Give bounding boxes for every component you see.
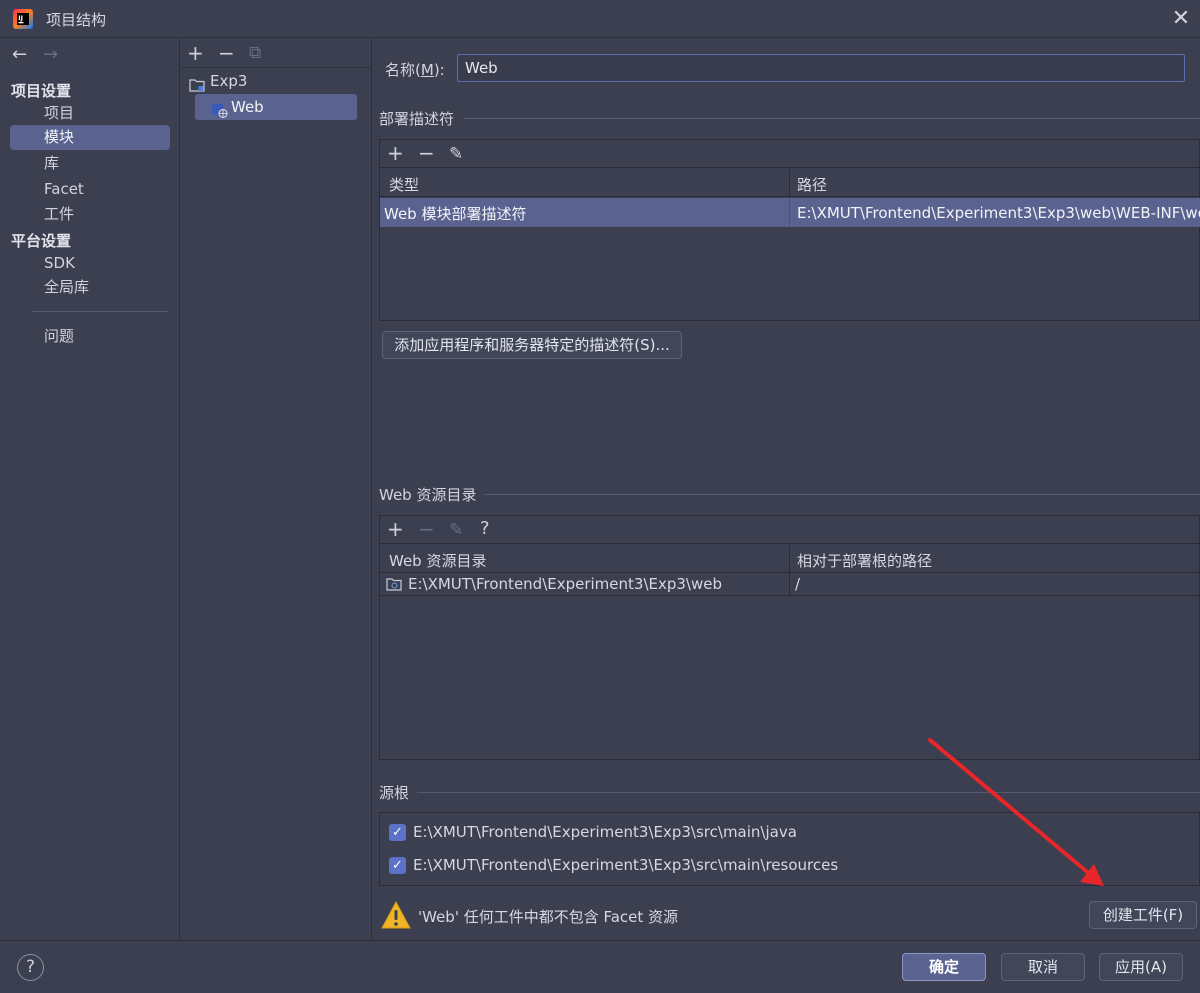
nav-item-libraries[interactable]: 库: [10, 151, 170, 176]
nav-item-sdks[interactable]: SDK: [10, 251, 170, 276]
column-header-type[interactable]: 类型: [389, 174, 419, 195]
warning-message: 'Web' 任何工件中都不包含 Facet 资源: [418, 908, 679, 926]
cancel-button[interactable]: 取消: [1001, 953, 1085, 981]
tree-node-label: Exp3: [210, 72, 248, 90]
add-module-icon[interactable]: +: [187, 43, 204, 63]
remove-descriptor-icon[interactable]: −: [418, 143, 435, 163]
resource-dir-cell: E:\XMUT\Frontend\Experiment3\Exp3\web: [408, 575, 723, 593]
add-server-specific-descriptor-button[interactable]: 添加应用程序和服务器特定的描述符(S)...: [382, 331, 682, 359]
warning-icon: [380, 900, 412, 934]
descriptor-path-cell: E:\XMUT\Frontend\Experiment3\Exp3\web\WE…: [797, 204, 1200, 222]
web-resources-title: Web 资源目录: [379, 486, 477, 504]
edit-descriptor-icon[interactable]: ✎: [449, 144, 463, 164]
source-roots-title: 源根: [379, 784, 410, 802]
nav-item-project[interactable]: 项目: [10, 101, 170, 126]
nav-item-problems[interactable]: 问题: [10, 324, 170, 349]
title-bar: [0, 0, 1200, 38]
web-resources-toolbar: [380, 516, 1200, 544]
column-separator: [789, 198, 790, 227]
source-root-checkbox[interactable]: ✓: [389, 857, 406, 874]
deployment-toolbar: [380, 140, 1200, 168]
deployment-descriptors-title: 部署描述符: [379, 110, 455, 128]
intellij-app-icon: IJ: [12, 8, 34, 30]
help-button[interactable]: ?: [17, 954, 44, 981]
close-button[interactable]: ✕: [1168, 6, 1194, 32]
column-header-path[interactable]: 路径: [797, 174, 827, 195]
remove-resource-icon[interactable]: −: [418, 519, 435, 539]
add-resource-icon[interactable]: +: [387, 519, 404, 539]
red-annotation-arrow: [928, 738, 1104, 886]
add-descriptor-icon[interactable]: +: [387, 143, 404, 163]
svg-text:IJ: IJ: [18, 14, 23, 22]
apply-button[interactable]: 应用(A): [1099, 953, 1183, 981]
source-root-checkbox[interactable]: ✓: [389, 824, 406, 841]
section-divider: [463, 118, 1200, 119]
back-arrow-icon[interactable]: ←: [12, 44, 27, 65]
deployment-table-header: [380, 169, 1200, 197]
web-resources-table-header: [380, 545, 1200, 573]
nav-item-modules[interactable]: 模块: [10, 125, 170, 150]
forward-arrow-icon[interactable]: →: [43, 44, 58, 65]
nav-item-facets[interactable]: Facet: [10, 177, 170, 202]
tree-node-exp3[interactable]: Exp3: [188, 68, 358, 94]
descriptor-type-cell: Web 模块部署描述符: [384, 205, 527, 223]
remove-module-icon[interactable]: −: [218, 43, 235, 63]
column-header-web-resource-dir[interactable]: Web 资源目录: [389, 550, 486, 571]
module-tree-panel: [181, 39, 372, 939]
column-separator: [789, 169, 790, 197]
platform-settings-heading: 平台设置: [11, 232, 72, 250]
tree-node-web[interactable]: Web: [195, 94, 357, 120]
name-label: 名称(M):: [385, 61, 445, 79]
nav-item-artifacts[interactable]: 工件: [10, 202, 170, 227]
ok-button[interactable]: 确定: [902, 953, 986, 981]
create-artifact-button[interactable]: 创建工件(F): [1089, 901, 1197, 929]
relative-path-cell: /: [795, 575, 801, 593]
help-icon[interactable]: ?: [480, 519, 490, 539]
module-name-input[interactable]: [457, 54, 1185, 82]
copy-module-icon[interactable]: ⧉: [249, 43, 261, 63]
source-root-path: E:\XMUT\Frontend\Experiment3\Exp3\src\ma…: [413, 823, 797, 841]
column-separator: [789, 545, 790, 573]
column-separator: [789, 573, 790, 596]
web-facet-icon: [211, 100, 228, 126]
section-divider: [484, 494, 1200, 495]
nav-item-global-libraries[interactable]: 全局库: [10, 275, 170, 300]
window-title: 项目结构: [46, 11, 107, 29]
edit-resource-icon[interactable]: ✎: [449, 520, 463, 540]
web-folder-icon: [386, 577, 402, 595]
source-root-path: E:\XMUT\Frontend\Experiment3\Exp3\src\ma…: [413, 856, 839, 874]
column-header-relative-path[interactable]: 相对于部署根的路径: [797, 550, 932, 571]
nav-divider: [32, 311, 168, 312]
project-settings-heading: 项目设置: [11, 82, 72, 100]
tree-node-label: Web: [231, 98, 264, 116]
